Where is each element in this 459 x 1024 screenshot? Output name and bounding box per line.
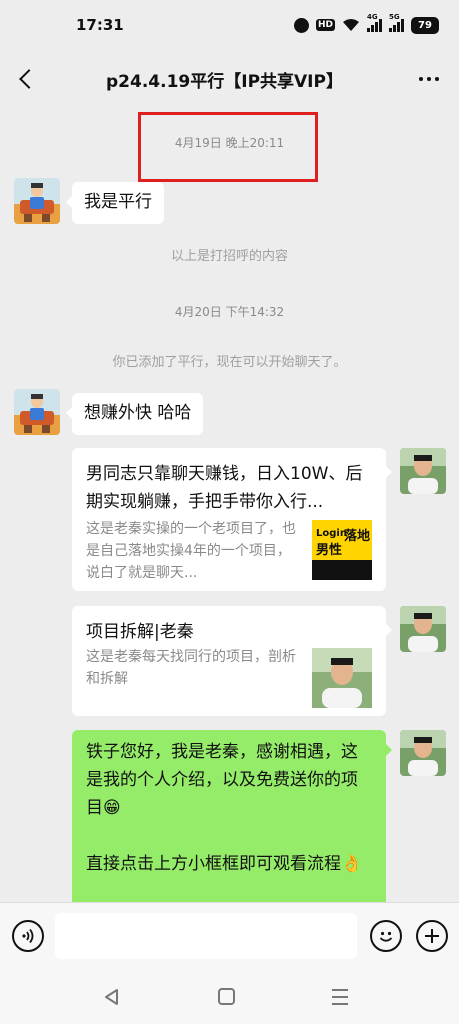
plus-button[interactable]	[416, 920, 448, 952]
chat-header: p24.4.19平行【IP共享VIP】	[0, 50, 459, 108]
emoji-button[interactable]	[370, 920, 402, 952]
status-icons: HD 4G 5G 79	[293, 13, 439, 34]
voice-icon	[22, 928, 34, 944]
status-bar: 17:31 HD 4G 5G 79	[0, 0, 459, 50]
thumb-text: 男性	[316, 542, 342, 558]
self-message-bubble[interactable]: 铁子您好，我是老秦，感谢相遇，这是我的个人介绍，以及免费送你的项目😁 直接点击上…	[72, 730, 392, 902]
nav-menu-icon	[332, 989, 348, 991]
chat-title: p24.4.19平行【IP共享VIP】	[106, 71, 343, 92]
message-input[interactable]	[55, 913, 357, 959]
nav-back-button[interactable]	[102, 987, 122, 1007]
message-text: 铁子您好，我是老秦，感谢相遇，这是我的个人介绍，以及免费送你的项目😁	[86, 742, 358, 818]
nav-menu-button[interactable]	[332, 989, 348, 1005]
timestamp: 4月20日 下午14:32	[174, 305, 285, 319]
contact-avatar[interactable]	[14, 178, 60, 224]
hd-icon: HD	[315, 19, 335, 31]
contact-avatar[interactable]	[14, 389, 60, 435]
timestamp: 4月19日 晚上20:11	[174, 136, 285, 150]
chevron-left-icon	[19, 69, 39, 89]
message-text: 直接点击上方小框框即可观看流程👌	[86, 854, 363, 874]
nav-back-icon	[105, 989, 118, 1005]
system-navigation-bar	[0, 970, 459, 1024]
link-card-description: 这是老秦实操的一个老项目了，也是自己落地实操4年的一个项目，说白了就是聊天...	[86, 521, 296, 581]
alarm-icon	[293, 17, 309, 33]
network-5g-label: 5G	[389, 12, 400, 21]
system-message: 以上是打招呼的内容	[170, 249, 288, 264]
signal-5g-icon: 5G	[389, 13, 404, 32]
link-card-title: 男同志只靠聊天赚钱，日入10W、后期实现躺赚，手把手带你入行...	[86, 464, 363, 512]
link-card[interactable]: 男同志只靠聊天赚钱，日入10W、后期实现躺赚，手把手带你入行... 这是老秦实操…	[72, 448, 392, 591]
link-card[interactable]: 项目拆解|老秦 这是老秦每天找同行的项目，剖析和拆解	[72, 606, 392, 716]
link-card-description: 这是老秦每天找同行的项目，剖析和拆解	[86, 649, 296, 687]
plus-icon	[425, 929, 439, 943]
more-options-button[interactable]	[399, 50, 459, 108]
message-input-bar	[0, 902, 459, 970]
status-time: 17:31	[76, 16, 124, 34]
network-4g-label: 4G	[367, 12, 378, 21]
message-bubble[interactable]: 想赚外快 哈哈	[65, 393, 204, 435]
wifi-icon	[342, 18, 360, 32]
self-avatar[interactable]	[400, 606, 446, 652]
signal-4g-icon: 4G	[367, 13, 382, 32]
system-message: 你已添加了平行，现在可以开始聊天了。	[112, 355, 347, 370]
self-avatar[interactable]	[400, 730, 446, 776]
more-dots-icon	[419, 77, 423, 81]
message-bubble[interactable]: 我是平行	[66, 182, 164, 224]
back-button[interactable]	[0, 50, 50, 108]
link-card-title: 项目拆解|老秦	[86, 622, 194, 642]
link-card-thumbnail: Login 男性 落地	[312, 520, 372, 580]
chat-message-list[interactable]: 4月19日 晚上20:11 我是平行 以上是打招呼的内容 4月20日 下午14:…	[0, 108, 459, 902]
thumb-text: Login	[316, 528, 347, 539]
battery-icon: 79	[411, 16, 439, 34]
voice-button[interactable]	[12, 920, 44, 952]
nav-home-button[interactable]	[218, 988, 235, 1005]
self-avatar[interactable]	[400, 448, 446, 494]
emoji-icon	[379, 931, 393, 942]
link-card-thumbnail	[312, 648, 372, 708]
thumb-text: 落地	[344, 528, 370, 544]
